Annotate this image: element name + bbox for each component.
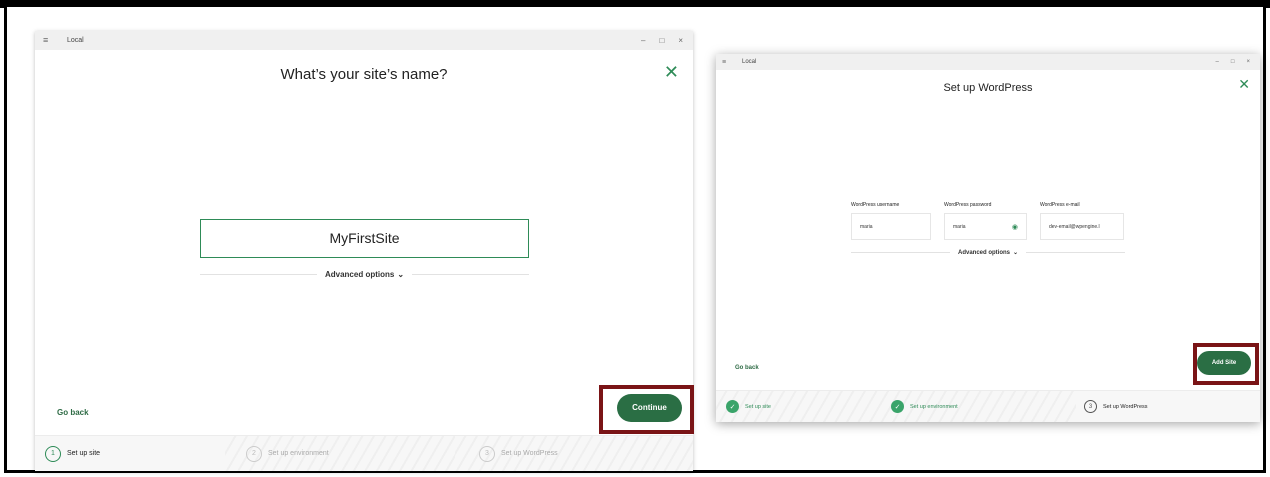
step-number: 2 [246,445,262,462]
window-controls: – □ × [1216,59,1250,65]
close-window-icon[interactable]: × [1246,59,1250,65]
field-label: WordPress username [851,202,900,208]
step-progress-bar: ✓ Set up site ✓ Set up environment 3 Set… [716,390,1260,422]
close-window-icon[interactable]: × [678,36,683,45]
maximize-icon[interactable]: □ [1231,59,1235,65]
window-controls: – □ × [641,36,683,45]
window-title: Local [67,37,84,44]
username-field: WordPress username maria [851,202,931,240]
step-label: Set up WordPress [501,450,558,457]
continue-highlight-box [599,385,694,434]
divider [1026,252,1126,253]
step-label: Set up environment [268,450,329,457]
step-3: 3 Set up WordPress [1084,400,1148,413]
wordpress-credentials: WordPress username maria WordPress passw… [851,202,1124,240]
site-name-input[interactable]: MyFirstSite [200,219,529,258]
step-3: 3 Set up WordPress [479,445,558,462]
step-number: 3 [479,445,495,462]
page-title: Set up WordPress [943,82,1033,94]
chevron-down-icon: ⌄ [1013,250,1019,256]
divider [200,274,317,275]
go-back-link[interactable]: Go back [735,365,759,371]
password-input[interactable]: maria ◉ [944,213,1027,240]
step-number: 1 [45,445,61,462]
step-label: Set up site [745,403,771,410]
step-1: ✓ Set up site [726,400,771,413]
email-field: WordPress e-mail dev-email@wpengine.l [1040,202,1124,240]
username-input[interactable]: maria [851,213,931,240]
chevron-down-icon: ⌄ [397,270,405,279]
advanced-options-toggle[interactable]: Advanced options ⌄ [317,270,412,279]
email-input[interactable]: dev-email@wpengine.l [1040,213,1124,240]
step-label: Set up WordPress [1103,403,1148,410]
advanced-options-row: Advanced options ⌄ [851,249,1126,256]
local-window-site-name: ≡ Local – □ × What’s your site’s name? ✕… [35,31,693,471]
step-progress-bar: 1 Set up site 2 Set up environment 3 Set… [35,435,693,471]
window-title: Local [742,59,757,65]
local-window-setup-wordpress: ≡ Local – □ × Set up WordPress ✕ WordPre… [716,54,1260,422]
step-number: 3 [1084,400,1097,413]
step-1: 1 Set up site [45,445,101,462]
field-label: WordPress password [944,202,992,208]
step-2: 2 Set up environment [246,445,329,462]
hamburger-menu-icon[interactable]: ≡ [722,59,732,66]
step-2: ✓ Set up environment [891,400,958,413]
maximize-icon[interactable]: □ [659,36,664,45]
minimize-icon[interactable]: – [1216,59,1219,65]
title-bar: ≡ Local – □ × [35,31,693,50]
add-site-highlight-box [1193,343,1259,385]
step-label: Set up site [67,450,101,457]
check-icon: ✓ [891,400,904,413]
advanced-options-toggle[interactable]: Advanced options ⌄ [950,249,1026,256]
page-title: What’s your site’s name? [280,66,448,83]
go-back-link[interactable]: Go back [57,408,89,417]
advanced-options-row: Advanced options ⌄ [200,270,530,279]
password-field: WordPress password maria ◉ [944,202,1027,240]
close-icon[interactable]: ✕ [1238,76,1250,93]
divider [851,252,950,253]
hamburger-menu-icon[interactable]: ≡ [43,36,53,45]
close-icon[interactable]: ✕ [664,62,679,83]
step-label: Set up environment [910,403,958,410]
check-icon: ✓ [726,400,739,413]
divider [412,274,530,275]
eye-icon[interactable]: ◉ [1012,223,1018,231]
field-label: WordPress e-mail [1040,202,1080,208]
title-bar: ≡ Local – □ × [716,54,1260,70]
minimize-icon[interactable]: – [641,36,645,45]
